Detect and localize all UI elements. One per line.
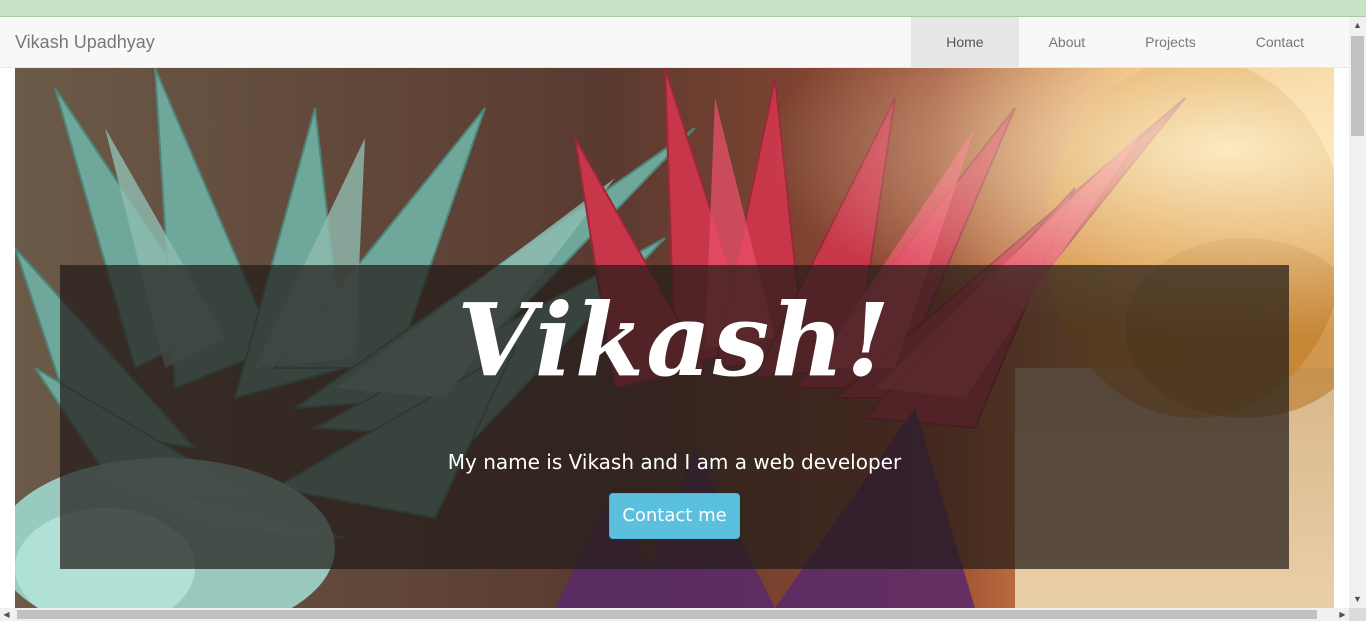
nav-item-home[interactable]: Home — [911, 17, 1019, 67]
nav-menu: Home About Projects Contact — [911, 17, 1334, 67]
navbar: Vikash Upadhyay Home About Projects Cont… — [0, 17, 1349, 68]
scroll-right-arrow-icon[interactable]: ▶ — [1336, 608, 1349, 621]
horizontal-scroll-thumb[interactable] — [17, 610, 1317, 619]
navbar-brand[interactable]: Vikash Upadhyay — [15, 17, 155, 67]
browser-top-strip — [0, 0, 1366, 17]
scroll-down-arrow-icon[interactable]: ▼ — [1349, 591, 1366, 608]
hero-title: Vikash! — [457, 281, 892, 399]
vertical-scroll-thumb[interactable] — [1351, 36, 1364, 136]
scroll-up-arrow-icon[interactable]: ▲ — [1349, 17, 1366, 34]
scroll-left-arrow-icon[interactable]: ◀ — [0, 608, 13, 621]
contact-me-button[interactable]: Contact me — [609, 493, 740, 539]
nav-item-about[interactable]: About — [1019, 17, 1116, 67]
horizontal-scrollbar[interactable]: ◀ ▶ — [0, 608, 1349, 621]
nav-item-projects[interactable]: Projects — [1115, 17, 1226, 67]
hero-jumbotron: Vikash! My name is Vikash and I am a web… — [60, 265, 1289, 569]
nav-item-contact[interactable]: Contact — [1226, 17, 1334, 67]
hero-section: Vikash! My name is Vikash and I am a web… — [15, 68, 1334, 608]
hero-subtitle: My name is Vikash and I am a web develop… — [447, 450, 902, 474]
scrollbar-corner — [1349, 608, 1366, 621]
vertical-scrollbar[interactable]: ▲ ▼ — [1349, 17, 1366, 608]
